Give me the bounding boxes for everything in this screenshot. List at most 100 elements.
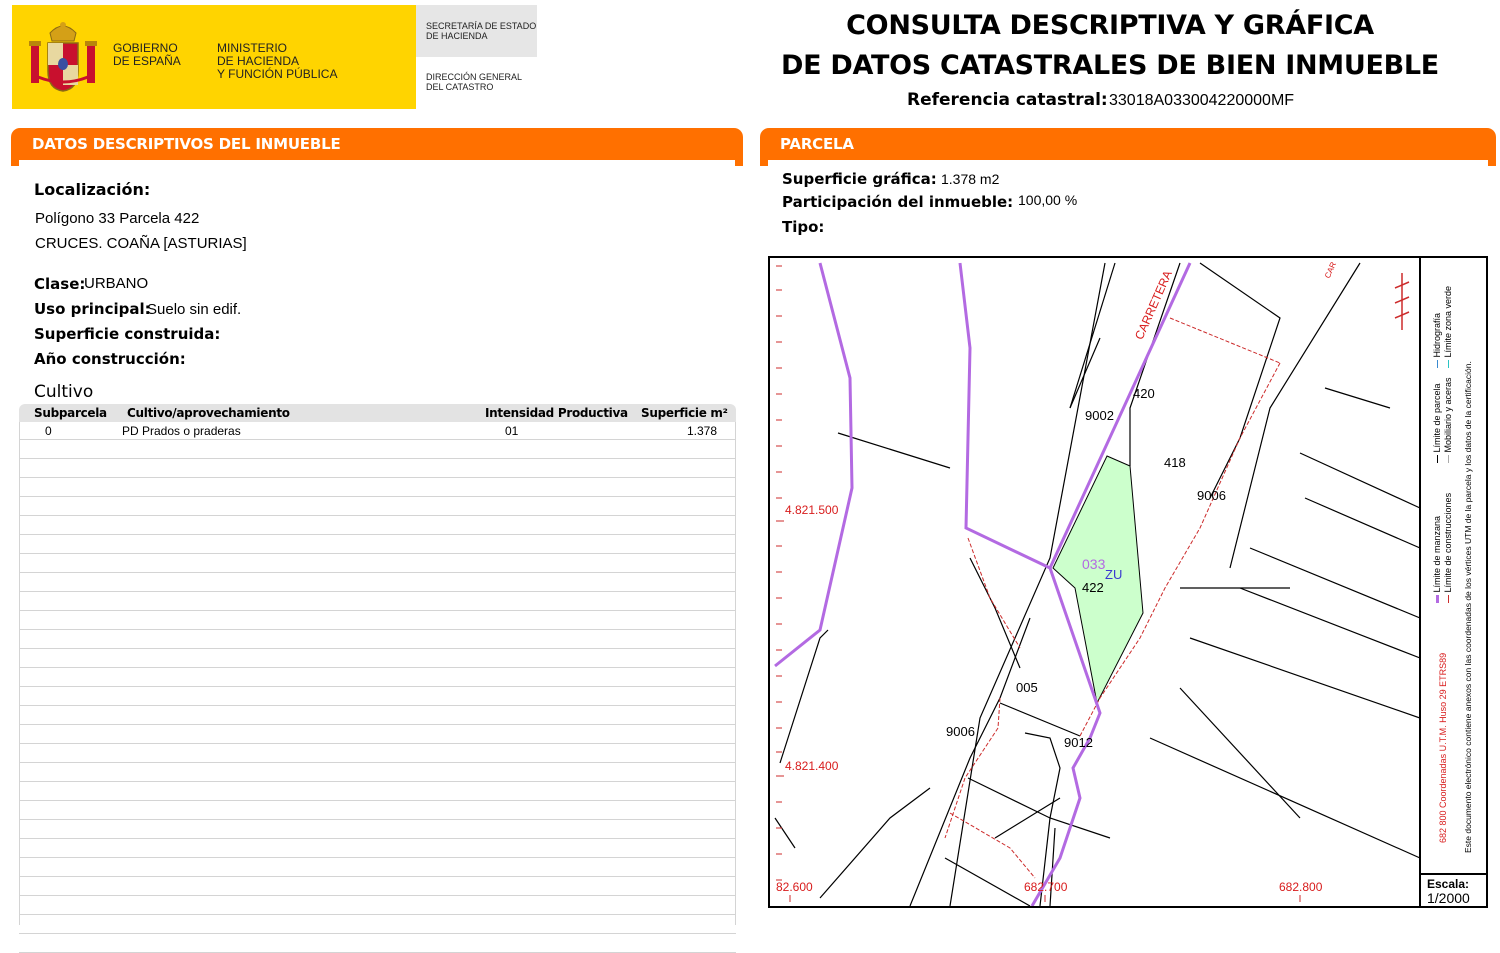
- participacion-label: Participación del inmueble:: [782, 193, 1014, 211]
- legend-zona-verde: Límite zona verde: [1443, 285, 1453, 358]
- empty-rows: [19, 440, 736, 953]
- empty-row: [19, 896, 736, 915]
- empty-row: [19, 820, 736, 839]
- legend-parcela: Límite de parcela: [1432, 383, 1442, 453]
- parcel-label-005: 005: [1016, 680, 1038, 695]
- empty-row: [19, 535, 736, 554]
- parcela-heading: PARCELA: [780, 135, 854, 153]
- header-tab-right: [735, 158, 743, 166]
- header-tab-right-2: [1488, 158, 1496, 166]
- poly-label: 033: [1082, 556, 1106, 572]
- table-border-right: [735, 422, 736, 925]
- empty-row: [19, 611, 736, 630]
- empty-row: [19, 763, 736, 782]
- parcel-label-9002: 9002: [1085, 408, 1114, 423]
- empty-row: [19, 687, 736, 706]
- empty-row: [19, 478, 736, 497]
- col-cultivo: Cultivo/aprovechamiento: [127, 406, 290, 420]
- parcel-label-418: 418: [1164, 455, 1186, 470]
- empty-row: [19, 934, 736, 953]
- clase-label: Clase:: [34, 275, 86, 293]
- legend-construcciones: Límite de construcciones: [1443, 492, 1453, 593]
- parcela-header: PARCELA: [760, 128, 1496, 160]
- cell-subparcela: 0: [45, 424, 52, 438]
- coord-y1: 4.821.500: [785, 503, 839, 517]
- superficie-construida-label: Superficie construida:: [34, 325, 221, 343]
- ministerio-text: MINISTERIO DE HACIENDA Y FUNCIÓN PÚBLICA: [217, 41, 338, 81]
- legend-manzana: Límite de manzana: [1432, 515, 1442, 593]
- header-tab-left: [11, 158, 19, 166]
- parcel-label-9006-b: 9006: [946, 724, 975, 739]
- col-subparcela: Subparcela: [34, 406, 107, 420]
- table-row: 0 PD Prados o praderas 01 1.378: [19, 422, 736, 440]
- tipo-label: Tipo:: [782, 218, 825, 236]
- empty-row: [19, 440, 736, 459]
- empty-row: [19, 877, 736, 896]
- direccion-text: DIRECCIÓN GENERAL DEL CATASTRO: [426, 72, 523, 92]
- legend-mobiliario: Mobiliario y aceras: [1443, 377, 1453, 453]
- header-tab-left-2: [760, 158, 768, 166]
- secretaria-text: SECRETARÍA DE ESTADO DE HACIENDA: [426, 21, 537, 41]
- cell-cultivo: PD Prados o praderas: [122, 424, 241, 438]
- ref-value: 33018A033004220000MF: [1109, 92, 1295, 109]
- datos-descriptivos-header: DATOS DESCRIPTIVOS DEL INMUEBLE: [11, 128, 743, 160]
- legend-hidrografia: Hidrografía: [1432, 312, 1442, 358]
- gobierno-logo: GOBIERNO DE ESPAÑA MINISTERIO DE HACIEND…: [12, 5, 416, 109]
- empty-row: [19, 725, 736, 744]
- empty-row: [19, 630, 736, 649]
- scale-value: 1/2000: [1427, 890, 1470, 906]
- coord-x2: 682.700: [1024, 880, 1068, 894]
- empty-row: [19, 516, 736, 535]
- map-legend: Límite de manzana Límite de construccion…: [1419, 258, 1488, 873]
- coord-x1: 82.600: [776, 880, 813, 894]
- empty-row: [19, 668, 736, 687]
- empty-row: [19, 839, 736, 858]
- empty-row: [19, 706, 736, 725]
- empty-row: [19, 592, 736, 611]
- page-title: CONSULTA DESCRIPTIVA Y GRÁFICA DE DATOS …: [781, 10, 1439, 81]
- uso-value: Suelo sin edif.: [147, 301, 242, 318]
- north-arrow-icon: [1394, 273, 1410, 330]
- cell-intensidad: 01: [505, 424, 519, 438]
- parcel-label-420: 420: [1133, 386, 1155, 401]
- col-superficie: Superficie m²: [641, 406, 728, 420]
- gobierno-text: GOBIERNO DE ESPAÑA: [113, 41, 181, 68]
- cultivo-label: Cultivo: [34, 382, 94, 402]
- uso-label: Uso principal:: [34, 300, 151, 318]
- zone-label: ZU: [1105, 567, 1123, 582]
- scale-label: Escala:: [1427, 877, 1470, 891]
- empty-row: [19, 554, 736, 573]
- parcel-label-9012: 9012: [1064, 735, 1093, 750]
- empty-row: [19, 649, 736, 668]
- empty-row: [19, 801, 736, 820]
- heading-bold: INMUEBLE: [255, 135, 341, 153]
- empty-row: [19, 858, 736, 877]
- empty-row: [19, 744, 736, 763]
- anio-construccion-label: Año construcción:: [34, 350, 186, 368]
- localizacion-line2: CRUCES. COAÑA [ASTURIAS]: [35, 235, 247, 252]
- legend-coords-note: 682 800 Coordenadas U.T.M. Huso 29 ETRS8…: [1438, 652, 1448, 843]
- coat-of-arms-icon: [29, 22, 97, 92]
- parcel-label-422: 422: [1082, 580, 1104, 595]
- table-border-left: [19, 422, 20, 925]
- clase-value: URBANO: [84, 275, 149, 292]
- empty-row: [19, 782, 736, 801]
- coord-y2: 4.821.400: [785, 759, 839, 773]
- empty-row: [19, 497, 736, 516]
- participacion-value: 100,00 %: [1018, 192, 1078, 208]
- localizacion-label: Localización:: [34, 180, 151, 199]
- table-header: Subparcela Cultivo/aprovechamiento Inten…: [19, 404, 736, 422]
- localizacion-line1: Polígono 33 Parcela 422: [35, 210, 200, 227]
- legend-cert-note: Este documento electrónico contiene anex…: [1463, 361, 1473, 853]
- coord-x3: 682.800: [1279, 880, 1323, 894]
- superficie-grafica-label: Superficie gráfica:: [782, 170, 937, 188]
- ref-label: Referencia catastral:: [907, 90, 1108, 110]
- superficie-grafica-value: 1.378 m2: [941, 171, 1000, 187]
- cultivo-table: Subparcela Cultivo/aprovechamiento Inten…: [19, 404, 736, 953]
- parcel-label-9006: 9006: [1197, 488, 1226, 503]
- empty-row: [19, 573, 736, 592]
- col-intensidad: Intensidad Productiva: [485, 406, 628, 420]
- empty-row: [19, 459, 736, 478]
- cadastral-map[interactable]: 4.821.500 4.821.400 82.600 682.700 682.8…: [768, 256, 1488, 908]
- scale-box: Escala: 1/2000: [1419, 873, 1486, 906]
